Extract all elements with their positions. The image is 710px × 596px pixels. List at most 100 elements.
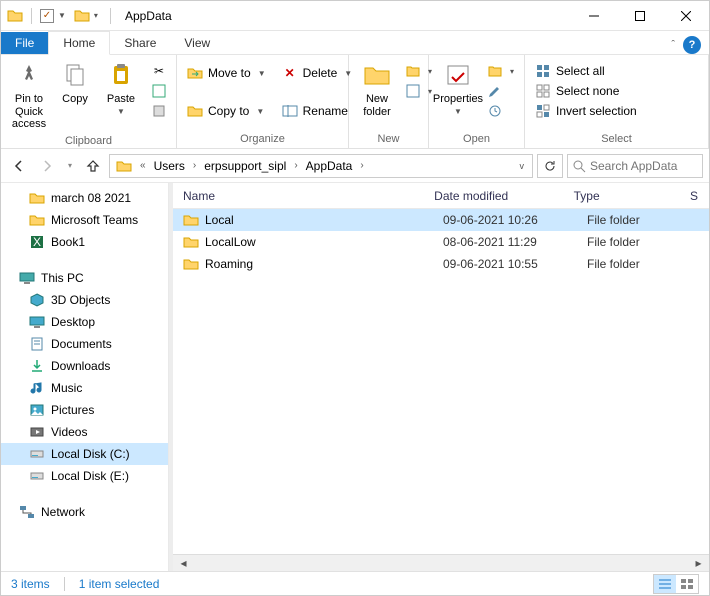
open-button[interactable]: ▾ <box>483 61 518 81</box>
details-view-button[interactable] <box>654 575 676 593</box>
file-type: File folder <box>577 213 697 227</box>
file-row[interactable]: LocalLow08-06-2021 11:29File folder <box>173 231 709 253</box>
status-bar: 3 items 1 item selected <box>1 571 709 595</box>
select-none-button[interactable]: Select none <box>531 81 641 101</box>
chevron-down-icon: ▼ <box>256 107 264 116</box>
scroll-left-icon[interactable]: ◂ <box>175 556 192 571</box>
new-item-icon <box>405 63 421 79</box>
navigation-pane[interactable]: march 08 2021 Microsoft TeamsXBook1 This … <box>1 183 169 571</box>
scissors-icon: ✂ <box>151 63 167 79</box>
file-row[interactable]: Roaming09-06-2021 10:55File folder <box>173 253 709 275</box>
desktop-icon <box>29 314 45 330</box>
tab-share[interactable]: Share <box>110 32 170 54</box>
icons-view-button[interactable] <box>676 575 698 593</box>
svg-text:X: X <box>33 235 41 249</box>
recent-locations-button[interactable]: ▾ <box>63 154 77 178</box>
tab-file[interactable]: File <box>1 32 48 54</box>
nav-thispc-item[interactable]: 3D Objects <box>1 289 168 311</box>
view-toggle <box>653 574 699 594</box>
history-button[interactable] <box>483 101 518 121</box>
tab-view[interactable]: View <box>170 32 224 54</box>
folder-icon <box>74 8 90 24</box>
maximize-button[interactable] <box>617 1 663 31</box>
nav-this-pc[interactable]: This PC <box>1 267 168 289</box>
nav-thispc-item[interactable]: Downloads <box>1 355 168 377</box>
minimize-button[interactable] <box>571 1 617 31</box>
file-row[interactable]: Local09-06-2021 10:26File folder <box>173 209 709 231</box>
nav-quick-item[interactable]: XBook1 <box>1 231 168 253</box>
chevron-right-icon[interactable]: › <box>358 160 365 171</box>
group-label-open: Open <box>435 131 518 148</box>
nav-thispc-item[interactable]: Pictures <box>1 399 168 421</box>
forward-button[interactable] <box>35 154 59 178</box>
copy-to-button[interactable]: Copy to▼ <box>183 101 270 121</box>
help-button[interactable]: ? <box>683 36 701 54</box>
copy-path-icon <box>151 83 167 99</box>
nav-thispc-item[interactable]: Local Disk (E:) <box>1 465 168 487</box>
excel-icon: X <box>29 234 45 250</box>
column-size[interactable]: S <box>680 189 709 203</box>
nav-quick-item[interactable]: march 08 2021 <box>1 187 168 209</box>
qat-dropdown-icon[interactable]: ▾ <box>94 11 98 20</box>
chevron-right-icon[interactable]: › <box>191 160 198 171</box>
breadcrumb-root[interactable] <box>112 155 136 177</box>
refresh-button[interactable] <box>537 154 563 178</box>
folder-icon <box>183 234 199 250</box>
address-bar[interactable]: « Users › erpsupport_sipl › AppData › v <box>109 154 533 178</box>
column-name[interactable]: Name <box>173 189 424 203</box>
new-folder-button[interactable]: New folder <box>355 57 399 120</box>
qat-checkbox[interactable] <box>40 9 54 23</box>
cut-button[interactable]: ✂ <box>147 61 171 81</box>
invert-selection-button[interactable]: Invert selection <box>531 101 641 121</box>
nav-quick-item[interactable]: Microsoft Teams <box>1 209 168 231</box>
move-to-button[interactable]: Move to▼ <box>183 63 270 83</box>
nav-network[interactable]: Network <box>1 501 168 523</box>
pin-to-quick-access-button[interactable]: Pin to Quick access <box>7 57 51 133</box>
nav-thispc-item[interactable]: Documents <box>1 333 168 355</box>
scroll-right-icon[interactable]: ▸ <box>690 556 707 571</box>
horizontal-scrollbar[interactable]: ◂ ▸ <box>173 554 709 571</box>
back-button[interactable] <box>7 154 31 178</box>
paste-shortcut-icon <box>151 103 167 119</box>
chevron-right-icon[interactable]: › <box>292 160 299 171</box>
nav-thispc-item[interactable]: Desktop <box>1 311 168 333</box>
rename-button[interactable]: Rename <box>278 101 357 121</box>
search-box[interactable] <box>567 154 703 178</box>
breadcrumb-part[interactable]: erpsupport_sipl <box>200 155 290 177</box>
documents-icon <box>29 336 45 352</box>
videos-icon <box>29 424 45 440</box>
column-type[interactable]: Type <box>564 189 680 203</box>
ribbon-tabs: File Home Share View ˆ ? <box>1 31 709 55</box>
file-name: LocalLow <box>205 235 256 249</box>
file-list[interactable]: Local09-06-2021 10:26File folderLocalLow… <box>173 209 709 554</box>
tab-home[interactable]: Home <box>48 31 110 55</box>
chevron-right-icon[interactable]: « <box>138 160 148 171</box>
address-history-button[interactable]: v <box>514 161 531 171</box>
edit-button[interactable] <box>483 81 518 101</box>
nav-thispc-item[interactable]: Videos <box>1 421 168 443</box>
up-button[interactable] <box>81 154 105 178</box>
close-button[interactable] <box>663 1 709 31</box>
paste-icon <box>105 59 137 91</box>
select-all-icon <box>535 63 551 79</box>
nav-label: 3D Objects <box>51 293 110 307</box>
nav-thispc-item[interactable]: Music <box>1 377 168 399</box>
breadcrumb-part[interactable]: AppData <box>302 155 357 177</box>
delete-button[interactable]: ✕ Delete▼ <box>278 63 357 83</box>
nav-label: Local Disk (E:) <box>51 469 129 483</box>
collapse-ribbon-icon[interactable]: ˆ <box>671 39 675 51</box>
nav-label: Music <box>51 381 82 395</box>
search-input[interactable] <box>590 159 698 173</box>
copy-button[interactable]: Copy <box>53 57 97 108</box>
properties-button[interactable]: Properties ▼ <box>435 57 481 118</box>
paste-shortcut-button[interactable] <box>147 101 171 121</box>
qat-dropdown-icon[interactable]: ▼ <box>58 11 66 20</box>
nav-thispc-item[interactable]: Local Disk (C:) <box>1 443 168 465</box>
breadcrumb-part[interactable]: Users <box>150 155 189 177</box>
select-all-button[interactable]: Select all <box>531 61 641 81</box>
column-date[interactable]: Date modified <box>424 189 563 203</box>
paste-button[interactable]: Paste ▼ <box>99 57 143 118</box>
folder-icon <box>183 212 199 228</box>
nav-label: march 08 2021 <box>51 191 131 205</box>
copy-path-button[interactable] <box>147 81 171 101</box>
